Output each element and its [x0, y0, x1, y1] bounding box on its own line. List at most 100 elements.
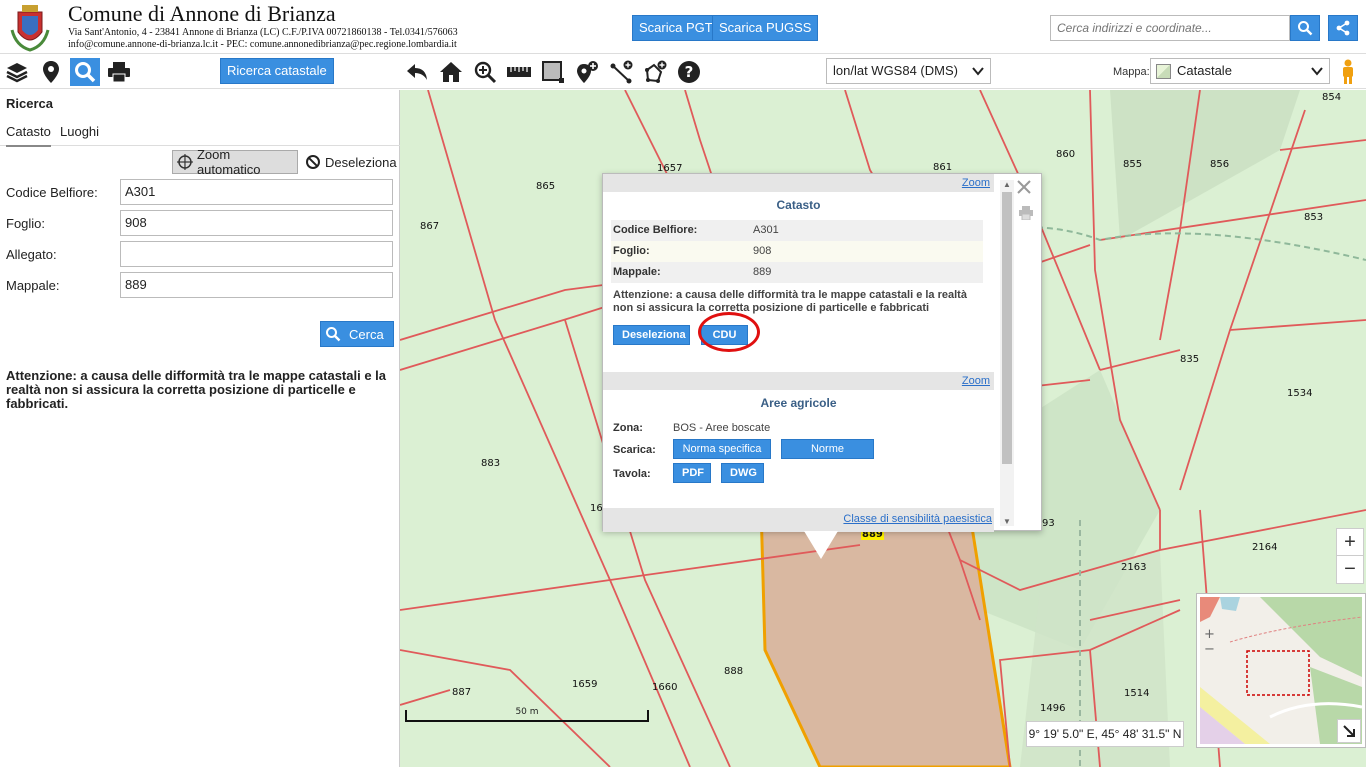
zoom-out-button[interactable]: −: [1337, 556, 1363, 583]
help-tool[interactable]: ?: [674, 58, 704, 86]
deseleziona-button[interactable]: Deseleziona: [305, 150, 397, 174]
info-row: Codice Belfiore: A301: [611, 220, 983, 241]
sidebar-title: Ricerca: [6, 96, 53, 111]
foglio-label: Foglio:: [6, 216, 46, 231]
draw-line-tool[interactable]: [606, 58, 636, 86]
zoom-automatico-toggle[interactable]: Zoom automatico: [172, 147, 298, 177]
parcel-label: 2163: [1121, 562, 1147, 573]
zoom-box-tool[interactable]: [470, 58, 500, 86]
allegato-input[interactable]: [120, 241, 393, 267]
area-select-tool[interactable]: [538, 58, 568, 86]
org-address: Via Sant'Antonio, 4 - 23841 Annone di Br…: [68, 27, 458, 38]
back-tool[interactable]: [402, 58, 432, 86]
popup-scrollbar[interactable]: ▲ ▼: [1000, 180, 1014, 526]
share-button[interactable]: [1328, 15, 1358, 41]
mappale-label: Mappale:: [6, 278, 60, 293]
aree-zoom-link[interactable]: Zoom: [962, 375, 990, 387]
print-tool[interactable]: [104, 58, 134, 86]
mappale-input[interactable]: 889: [120, 272, 393, 298]
parcel-label: 867: [420, 221, 440, 232]
home-tool[interactable]: [436, 58, 466, 86]
add-pin-tool[interactable]: [572, 58, 602, 86]
search-sidebar: Ricerca Catasto Luoghi Zoom automatico D…: [0, 90, 400, 767]
popup-warning-text: Attenzione: a causa delle difformità tra…: [613, 289, 967, 314]
map-canvas[interactable]: 854 1657 861 860 855 856 865 853 867 835…: [400, 90, 1366, 767]
catasto-zoom-link[interactable]: Zoom: [962, 177, 990, 189]
sensibilita-paesistica-link[interactable]: Classe di sensibilità paesistica: [843, 513, 992, 525]
measure-tool[interactable]: [504, 58, 534, 86]
cursor-coordinates: 9° 19' 5.0" E, 45° 48' 31.5" N: [1026, 721, 1184, 747]
parcel-label: 861: [933, 162, 953, 173]
scale-bar: 50 m: [405, 707, 649, 722]
popup-deseleziona-button[interactable]: Deseleziona: [613, 325, 690, 345]
map-layer-label: Mappa:: [1113, 66, 1150, 78]
dwg-button[interactable]: DWG: [721, 463, 764, 483]
search-icon: [326, 327, 341, 342]
share-icon: [1336, 20, 1350, 36]
projection-select[interactable]: lon/lat WGS84 (DMS): [826, 58, 991, 84]
parcel-label: 2164: [1252, 542, 1278, 553]
measure-ruler-icon: [507, 67, 531, 77]
tab-catasto[interactable]: Catasto: [6, 124, 51, 147]
print-icon[interactable]: [1019, 206, 1033, 220]
parcel-label: 883: [481, 458, 501, 469]
ricerca-catastale-button[interactable]: Ricerca catastale: [220, 58, 334, 84]
parcel-label: 853: [1304, 212, 1324, 223]
info-row: Mappale: 889: [611, 262, 983, 283]
draw-polygon-tool[interactable]: [640, 58, 670, 86]
parcel-label: 93: [1042, 518, 1055, 529]
home-icon: [440, 62, 462, 82]
cerca-button[interactable]: Cerca: [320, 321, 394, 347]
zoom-in-button[interactable]: +: [1337, 529, 1363, 556]
toolbar: Ricerca catastale ? lon/lat WGS84 (DMS) …: [0, 55, 1366, 89]
scarica-label: Scarica:: [613, 444, 656, 456]
parcel-label: 835: [1180, 354, 1200, 365]
close-icon[interactable]: [1017, 180, 1031, 194]
parcel-label: 860: [1056, 149, 1076, 160]
scale-label: 50 m: [515, 707, 539, 717]
street-view-pegman-icon[interactable]: [1339, 59, 1357, 85]
back-arrow-icon: [407, 64, 427, 80]
sidebar-tabs: Catasto Luoghi: [0, 120, 400, 147]
tavola-label: Tavola:: [613, 468, 651, 480]
catasto-section-title: Catasto: [776, 198, 821, 212]
feature-info-popup: Zoom Catasto Codice Belfiore: A301 Fogli…: [602, 173, 1042, 532]
codice-belfiore-input[interactable]: A301: [120, 179, 393, 205]
tab-luoghi[interactable]: Luoghi: [60, 124, 99, 145]
org-title: Comune di Annone di Brianza: [68, 1, 336, 26]
projection-value: lon/lat WGS84 (DMS): [833, 63, 958, 78]
search-tool[interactable]: [70, 58, 100, 86]
norma-specifica-button[interactable]: Norma specifica: [673, 439, 771, 459]
parcel-label: 1514: [1124, 688, 1150, 699]
foglio-input[interactable]: 908: [120, 210, 393, 236]
address-search-input[interactable]: [1050, 15, 1290, 41]
parcel-label: 1496: [1040, 703, 1066, 714]
scroll-up-icon: ▲: [1003, 180, 1011, 189]
search-icon: [1298, 21, 1313, 36]
parcel-label: 1660: [652, 682, 678, 693]
popup-pointer: [804, 531, 838, 559]
layers-tool[interactable]: [2, 58, 32, 86]
minimap-toggle-button[interactable]: [1337, 719, 1361, 743]
cadastre-warning-text: Attenzione: a causa delle difformità tra…: [6, 368, 387, 411]
map-layer-select[interactable]: Catastale: [1150, 58, 1330, 84]
pdf-button[interactable]: PDF: [673, 463, 711, 483]
catasto-section-header: Zoom: [603, 174, 994, 192]
org-contacts: info@comune.annone-di-brianza.lc.it - PE…: [68, 39, 457, 50]
info-key: Mappale:: [613, 266, 661, 278]
norme-generali-button[interactable]: Norme generali: [781, 439, 874, 473]
parcel-label: 854: [1322, 92, 1342, 103]
download-pgt-button[interactable]: Scarica PGT: [632, 15, 720, 41]
overview-minimap[interactable]: + −: [1196, 593, 1366, 748]
cerca-label: Cerca: [349, 326, 384, 342]
scroll-thumb[interactable]: [1002, 192, 1012, 464]
info-row: Foglio: 908: [611, 241, 983, 262]
info-key: Codice Belfiore:: [613, 224, 698, 236]
map-zoom-control: + −: [1336, 528, 1364, 584]
print-icon: [108, 62, 130, 83]
arrow-collapse-icon: [1343, 725, 1355, 737]
search-button[interactable]: [1290, 15, 1320, 41]
zona-value: BOS - Aree boscate: [673, 422, 771, 434]
location-tool[interactable]: [36, 58, 66, 86]
download-pugss-button[interactable]: Scarica PUGSS: [712, 15, 819, 41]
